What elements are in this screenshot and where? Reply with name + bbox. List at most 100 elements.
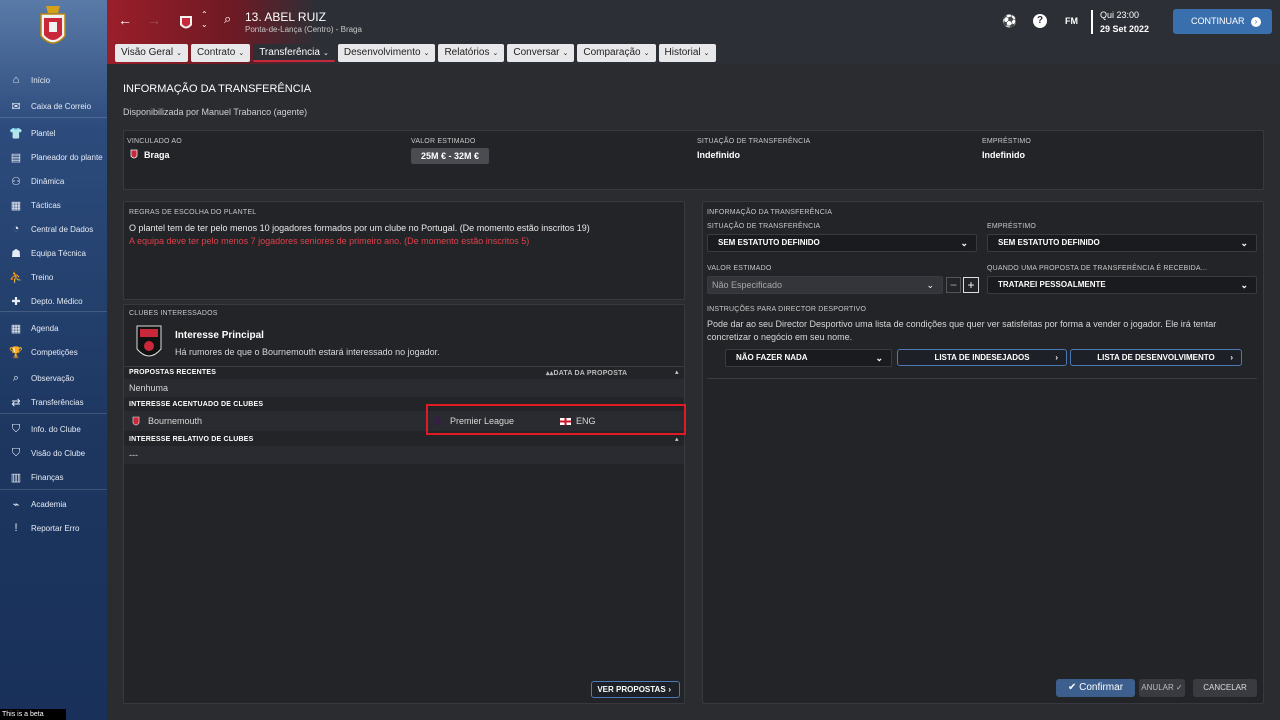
ball-icon[interactable]: ⚽ xyxy=(1002,14,1017,28)
sidebar-item[interactable]: ⛹ Treino xyxy=(0,266,107,288)
braga-crest-icon xyxy=(130,149,138,159)
player-subtitle: Ponta-de-Lança (Centro) - Braga xyxy=(245,25,362,34)
check-icon: ✔ xyxy=(1067,682,1077,693)
transfer-info-panel: INFORMAÇÃO DA TRANSFERÊNCIA SITUAÇÃO DE … xyxy=(702,201,1264,704)
beta-label: This is a beta version xyxy=(0,709,66,720)
sidebar-item[interactable]: ⛉ Info. do Clube xyxy=(0,418,107,440)
offer-date-sort-header[interactable]: ▴▴DATA DA PROPOSTA xyxy=(546,369,627,377)
recent-offers-row: Nenhuma xyxy=(124,379,684,397)
director-action-dropdown[interactable]: NÃO FAZER NADA ⌄ xyxy=(725,349,892,367)
bournemouth-crest-icon xyxy=(136,325,162,357)
continue-label: CONTINUAR xyxy=(1191,16,1245,26)
sidebar-item[interactable]: ⌕ Observação xyxy=(0,367,107,389)
planner-icon: ▤ xyxy=(10,151,22,164)
sidebar-item-label: Plantel xyxy=(31,128,56,138)
loan-status-dropdown[interactable]: SEM ESTATUTO DEFINIDO ⌄ xyxy=(987,234,1257,252)
sidebar-item[interactable]: ▦ Agenda xyxy=(0,317,107,339)
increase-button[interactable]: + xyxy=(963,277,979,293)
tab-0[interactable]: Visão Geral ⌄ xyxy=(115,44,188,62)
chevron-down-icon[interactable]: ⌄ xyxy=(201,20,208,29)
club-crest-icon[interactable] xyxy=(36,2,70,52)
app-root: ⌂ Início ✉ Caixa de Correio 👕 Plantel ▤ Planead… xyxy=(0,0,1280,720)
sidebar-item[interactable]: ▤ Planeador do plantel xyxy=(0,146,107,168)
sidebar-item-label: Treino xyxy=(31,272,54,282)
sidebar-item-label: Tácticas xyxy=(31,200,61,210)
sidebar-item[interactable]: ⛉ Visão do Clube xyxy=(0,442,107,464)
chevron-down-icon: ⌄ xyxy=(875,353,883,363)
recent-offers-caption: PROPOSTAS RECENTES xyxy=(129,369,217,376)
relative-interest-caption: INTERESSE RELATIVO DE CLUBES xyxy=(129,436,254,443)
sidebar-item[interactable]: ⌂ Início xyxy=(0,69,107,91)
rule-line-1: O plantel tem de ter pelo menos 10 jogad… xyxy=(129,223,590,233)
asking-price-input[interactable]: Não Especificado ⌄ xyxy=(707,276,943,294)
chevron-down-icon: ⌄ xyxy=(926,280,934,290)
tab-6[interactable]: Comparação ⌄ xyxy=(577,44,656,62)
fm-menu-button[interactable]: FM xyxy=(1065,16,1078,26)
sidebar-item-label: Academia xyxy=(31,499,67,509)
game-date-text: 29 Set 2022 xyxy=(1100,24,1150,34)
tab-label: Comparação xyxy=(583,47,641,58)
chevron-up-icon[interactable]: ⌃ xyxy=(201,10,208,19)
transfer-status-dropdown[interactable]: SEM ESTATUTO DEFINIDO ⌄ xyxy=(707,234,977,252)
forward-arrow-icon[interactable]: → xyxy=(147,12,161,28)
view-offers-label: VER PROPOSTAS xyxy=(597,685,666,694)
tab-7[interactable]: Historial ⌄ xyxy=(658,44,716,62)
chevron-down-icon: ⌄ xyxy=(703,50,710,57)
player-club-crest-icon xyxy=(180,16,192,29)
back-arrow-icon[interactable]: ← xyxy=(118,12,132,28)
chevron-down-icon: ⌄ xyxy=(423,50,430,57)
unwanted-list-button[interactable]: LISTA DE INDESEJADOS › xyxy=(897,349,1067,366)
confirm-label: Confirmar xyxy=(1079,682,1124,693)
sidebar-item[interactable]: ✚ Depto. Médico xyxy=(0,290,107,312)
view-offers-button[interactable]: VER PROPOSTAS › xyxy=(591,681,680,698)
tab-3[interactable]: Desenvolvimento ⌄ xyxy=(337,44,436,62)
transfer-status-caption: SITUAÇÃO DE TRANSFERÊNCIA xyxy=(697,138,811,145)
sidebar-item[interactable]: ⚇ Dinâmica xyxy=(0,170,107,192)
decrease-button[interactable]: − xyxy=(946,277,961,293)
collapse-relative-icon[interactable]: ▴ xyxy=(675,435,679,443)
sidebar-item[interactable]: ✉ Caixa de Correio xyxy=(0,95,107,117)
confirm-button[interactable]: ✔ Confirmar xyxy=(1056,679,1135,697)
sidebar-item[interactable]: ☗ Equipa Técnica xyxy=(0,242,107,264)
transfers-icon: ⇄ xyxy=(11,396,21,409)
sidebar-item[interactable]: ! Reportar Erro xyxy=(0,517,107,539)
search-icon[interactable]: ⌕ xyxy=(224,11,231,27)
info-caption: INFORMAÇÃO DA TRANSFERÊNCIA xyxy=(707,209,833,216)
chevron-down-icon: ⌄ xyxy=(1240,238,1248,248)
divider xyxy=(707,378,1257,379)
tab-2[interactable]: Transferência ⌄ xyxy=(253,44,335,62)
contracted-club[interactable]: Braga xyxy=(130,149,170,160)
divider xyxy=(124,366,684,367)
sidebar-item-label: Início xyxy=(31,75,51,85)
sidebar-item-label: Caixa de Correio xyxy=(31,101,92,111)
cancel-button[interactable]: CANCELAR xyxy=(1193,679,1257,697)
sidebar-item[interactable]: ⇄ Transferências xyxy=(0,391,107,413)
loan-caption: EMPRÉSTIMO xyxy=(982,138,1032,145)
director-action-selected: NÃO FAZER NADA xyxy=(736,353,808,362)
help-icon[interactable]: ? xyxy=(1033,14,1047,28)
sidebar-item-label: Dinâmica xyxy=(31,176,65,186)
sidebar-item-label: Competições xyxy=(31,347,78,357)
sidebar-item[interactable]: ▥ Finanças xyxy=(0,466,107,488)
offer-handling-dropdown[interactable]: TRATAREI PESSOALMENTE ⌄ xyxy=(987,276,1257,294)
continue-button[interactable]: CONTINUAR › xyxy=(1173,9,1272,34)
sidebar-item[interactable]: ⌁ Academia xyxy=(0,493,107,515)
sidebar-item[interactable]: ▦ Tácticas xyxy=(0,194,107,216)
chevron-right-icon: › xyxy=(668,685,671,694)
tab-1[interactable]: Contrato ⌄ xyxy=(190,44,251,62)
chevron-down-icon: ⌄ xyxy=(960,238,968,248)
development-list-button[interactable]: LISTA DE DESENVOLVIMENTO › xyxy=(1070,349,1242,366)
cancel-label: CANCELAR xyxy=(1203,683,1247,692)
tab-4[interactable]: Relatórios ⌄ xyxy=(438,44,505,62)
undo-button[interactable]: ANULAR ✓ xyxy=(1139,679,1185,697)
sidebar-item-label: Transferências xyxy=(31,397,84,407)
sidebar-item[interactable]: 🏆 Competições xyxy=(0,341,107,363)
sidebar-item[interactable]: 👕 Plantel xyxy=(0,122,107,144)
collapse-recent-icon[interactable]: ▴ xyxy=(675,368,679,376)
sidebar-item[interactable]: ◔ Central de Dados xyxy=(0,218,107,240)
director-text: Pode dar ao seu Director Desportivo uma … xyxy=(707,319,1217,342)
dynamics-icon: ⚇ xyxy=(11,175,21,188)
recent-offers-value: Nenhuma xyxy=(129,383,169,393)
tab-5[interactable]: Conversar ⌄ xyxy=(507,44,575,62)
game-time: Qui 23:00 xyxy=(1100,10,1140,20)
